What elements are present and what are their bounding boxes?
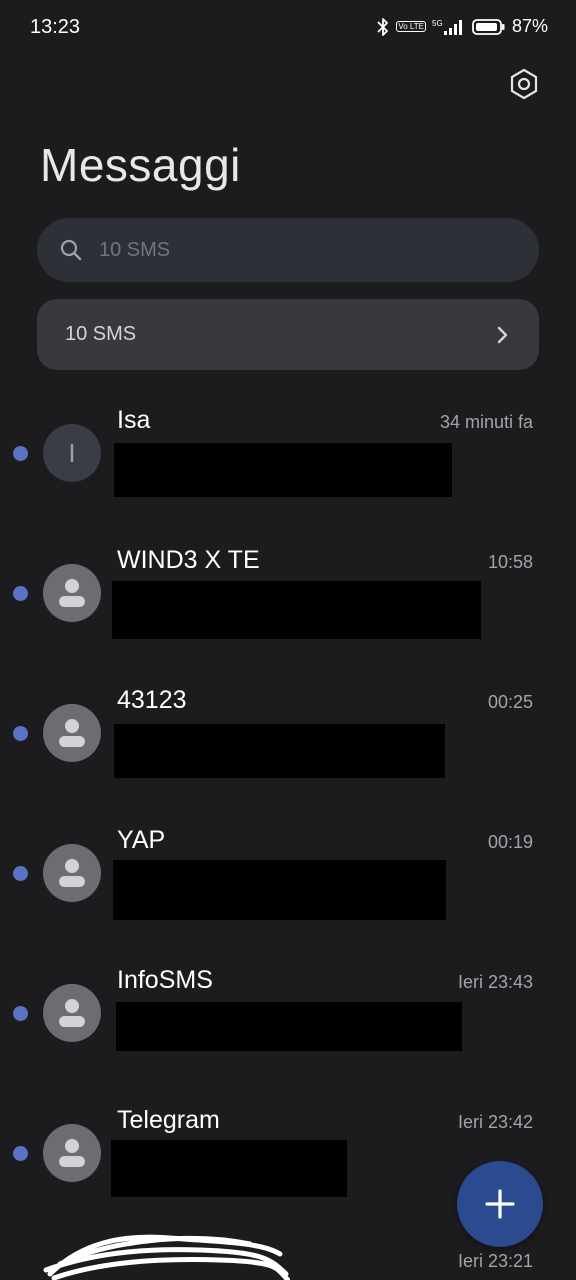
status-bar: 13:23 Vo LTE 5G 87%: [0, 0, 576, 56]
conversation-name: Telegram: [117, 1106, 220, 1134]
person-icon: [59, 719, 85, 747]
unread-dot: [13, 726, 28, 741]
person-icon: [59, 1139, 85, 1167]
avatar: I: [43, 424, 101, 482]
avatar: [43, 984, 101, 1042]
svg-text:5G: 5G: [432, 19, 443, 28]
chevron-right-icon: [497, 326, 508, 343]
search-icon: [60, 239, 82, 261]
settings-gear-icon[interactable]: [508, 68, 540, 100]
avatar: [43, 1124, 101, 1182]
conversation-list: I Isa 34 minuti fa WIND3 X TE 10:58 4312…: [0, 396, 576, 1236]
unread-dot: [13, 586, 28, 601]
search-bar[interactable]: [37, 218, 539, 282]
sms-filter-banner[interactable]: 10 SMS: [37, 299, 539, 370]
conversation-name: Isa: [117, 406, 151, 434]
conversation-item-43123[interactable]: 43123 00:25: [0, 676, 576, 816]
status-time: 13:23: [30, 16, 81, 38]
conversation-name: 43123: [117, 686, 187, 714]
conversation-time: Ieri 23:43: [457, 972, 533, 992]
battery-icon: [472, 18, 505, 35]
redacted-preview: [112, 581, 481, 639]
avatar: [43, 844, 101, 902]
new-message-button[interactable]: [457, 1161, 543, 1247]
unread-dot: [13, 1146, 28, 1161]
conversation-name: YAP: [117, 826, 166, 854]
scribble-redaction: [43, 1234, 290, 1280]
redacted-preview: [114, 443, 452, 497]
signal-icon: 5G: [432, 19, 462, 35]
conversation-item-isa[interactable]: I Isa 34 minuti fa: [0, 396, 576, 536]
unread-dot: [13, 446, 28, 461]
unread-dot: [13, 1006, 28, 1021]
avatar: [43, 704, 101, 762]
conversation-time: 34 minuti fa: [439, 412, 533, 432]
redacted-preview: [113, 860, 446, 920]
conversation-item-infosms[interactable]: InfoSMS Ieri 23:43: [0, 956, 576, 1096]
person-icon: [59, 859, 85, 887]
conversation-name: WIND3 X TE: [117, 546, 260, 574]
conversation-item-wind3[interactable]: WIND3 X TE 10:58: [0, 536, 576, 676]
redacted-preview: [116, 1002, 462, 1051]
battery-percent: 87%: [511, 16, 548, 36]
sms-banner-label: 10 SMS: [65, 323, 137, 345]
conversation-time: Ieri 23:42: [457, 1112, 533, 1132]
conversation-name: InfoSMS: [117, 966, 213, 994]
unread-dot: [13, 866, 28, 881]
status-icons: Vo LTE 5G 87%: [376, 16, 548, 37]
conversation-time: 10:58: [487, 552, 533, 572]
person-icon: [59, 999, 85, 1027]
search-input[interactable]: [97, 237, 501, 263]
plus-icon: [485, 1189, 515, 1219]
redacted-preview: [111, 1140, 347, 1197]
bluetooth-icon: [377, 17, 389, 36]
redacted-preview: [114, 724, 445, 778]
avatar: [43, 564, 101, 622]
conversation-time: 00:25: [487, 692, 533, 712]
conversation-time: 00:19: [487, 832, 533, 852]
volte-icon: Vo LTE: [396, 21, 426, 32]
person-icon: [59, 579, 85, 607]
conversation-time: Ieri 23:21: [457, 1251, 533, 1271]
page-title: Messaggi: [40, 139, 241, 191]
conversation-item-yap[interactable]: YAP 00:19: [0, 816, 576, 956]
